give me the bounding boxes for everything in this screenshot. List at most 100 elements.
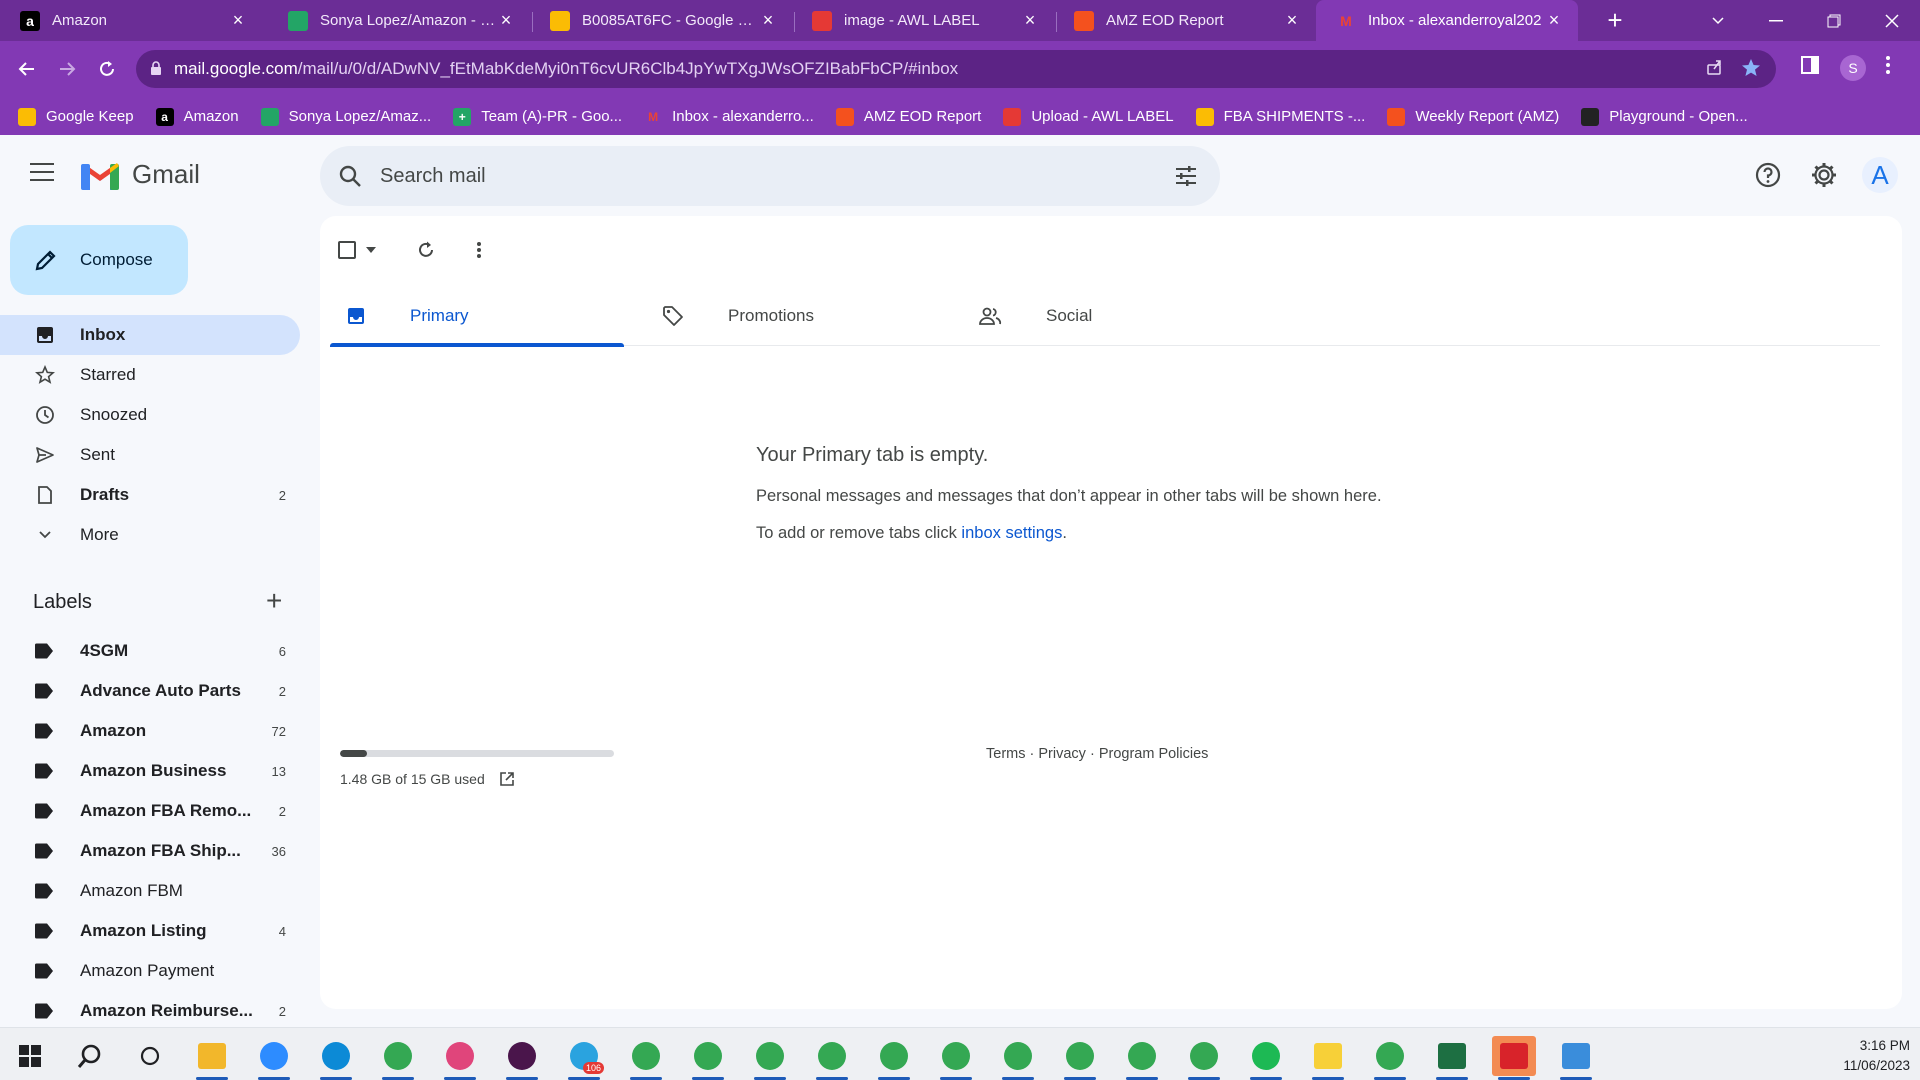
back-button[interactable] xyxy=(9,51,45,87)
chrome-profile-icon[interactable] xyxy=(810,1036,854,1080)
label-item[interactable]: Amazon FBM xyxy=(0,871,300,911)
chrome-profile-icon[interactable] xyxy=(1120,1036,1164,1080)
search-icon[interactable] xyxy=(338,164,362,188)
sidebar-item-more[interactable]: More xyxy=(0,515,300,555)
share-icon[interactable] xyxy=(1706,58,1724,81)
bookmark-item[interactable]: Playground - Open... xyxy=(1581,107,1748,126)
label-item[interactable]: Amazon Business 13 xyxy=(0,751,300,791)
label-item[interactable]: 4SGM 6 xyxy=(0,631,300,671)
support-icon[interactable] xyxy=(1748,155,1788,195)
chrome-profile-icon[interactable] xyxy=(996,1036,1040,1080)
chrome-profile-icon[interactable] xyxy=(1058,1036,1102,1080)
compose-button[interactable]: Compose xyxy=(10,225,188,295)
sidebar-item-drafts[interactable]: Drafts 2 xyxy=(0,475,300,515)
browser-tab[interactable]: a Amazon × xyxy=(0,0,262,41)
label-item[interactable]: Amazon FBA Ship... 36 xyxy=(0,831,300,871)
chrome-profile-icon[interactable] xyxy=(1368,1036,1412,1080)
bookmark-item[interactable]: Sonya Lopez/Amaz... xyxy=(260,107,431,126)
side-panel-icon[interactable] xyxy=(1800,55,1820,80)
select-dropdown-caret-icon[interactable] xyxy=(366,247,376,253)
bookmark-star-icon[interactable] xyxy=(1741,58,1761,83)
excel-icon[interactable] xyxy=(1430,1036,1474,1080)
bookmark-item[interactable]: + Team (A)-PR - Goo... xyxy=(453,107,622,126)
close-tab-icon[interactable]: × xyxy=(758,10,778,31)
sidebar-item-starred[interactable]: Starred xyxy=(0,355,300,395)
more-options-icon[interactable] xyxy=(476,240,482,260)
account-avatar[interactable]: A xyxy=(1862,157,1898,193)
browser-tab[interactable]: Sonya Lopez/Amazon - Go × xyxy=(268,0,530,41)
search-options-icon[interactable] xyxy=(1174,164,1198,188)
browser-tab[interactable]: M Inbox - alexanderroyal202 × xyxy=(1316,0,1578,41)
new-tab-button[interactable]: + xyxy=(1600,6,1630,36)
search-bar[interactable] xyxy=(320,146,1220,206)
chrome-profile-icon[interactable] xyxy=(872,1036,916,1080)
start-icon[interactable] xyxy=(8,1036,52,1076)
main-menu-icon[interactable] xyxy=(30,163,54,183)
system-clock[interactable]: 3:16 PM 11/06/2023 xyxy=(1820,1036,1910,1076)
chrome-profile-icon[interactable] xyxy=(624,1036,668,1080)
chrome-profile-icon[interactable] xyxy=(686,1036,730,1080)
bookmark-item[interactable]: AMZ EOD Report xyxy=(835,107,981,126)
bookmark-item[interactable]: Google Keep xyxy=(18,107,134,126)
tab-promotions[interactable]: Promotions xyxy=(646,286,940,346)
browser-tab[interactable]: image - AWL LABEL × xyxy=(792,0,1054,41)
tab-primary[interactable]: Primary xyxy=(330,286,624,347)
close-tab-icon[interactable]: × xyxy=(228,10,248,31)
sticky-notes-icon[interactable] xyxy=(1306,1036,1350,1080)
close-tab-icon[interactable]: × xyxy=(496,10,516,31)
close-tab-icon[interactable]: × xyxy=(1282,10,1302,31)
sidebar-item-inbox[interactable]: Inbox xyxy=(0,315,300,355)
close-tab-icon[interactable]: × xyxy=(1020,10,1040,31)
tab-search-icon[interactable] xyxy=(1690,0,1746,41)
chrome-profile-icon[interactable] xyxy=(1182,1036,1226,1080)
inbox-settings-link[interactable]: inbox settings xyxy=(961,524,1062,542)
chrome-icon[interactable] xyxy=(376,1036,420,1080)
label-item[interactable]: Amazon Reimburse... 2 xyxy=(0,991,300,1027)
search-input[interactable] xyxy=(380,164,1140,188)
label-item[interactable]: Amazon FBA Remo... 2 xyxy=(0,791,300,831)
sidebar-item-snoozed[interactable]: Snoozed xyxy=(0,395,300,435)
close-window-button[interactable] xyxy=(1864,0,1920,41)
reload-button[interactable] xyxy=(89,51,125,87)
bookmark-item[interactable]: FBA SHIPMENTS -... xyxy=(1195,107,1365,126)
select-all-checkbox[interactable] xyxy=(338,241,356,259)
search-icon[interactable] xyxy=(68,1036,112,1076)
telegram-icon[interactable]: 106 xyxy=(562,1036,606,1080)
edge-icon[interactable] xyxy=(314,1036,358,1080)
minimize-button[interactable] xyxy=(1748,0,1804,41)
spotify-icon[interactable] xyxy=(1244,1036,1288,1080)
close-tab-icon[interactable]: × xyxy=(1544,10,1564,31)
create-label-plus-icon[interactable]: + xyxy=(266,587,282,615)
label-item[interactable]: Amazon Listing 4 xyxy=(0,911,300,951)
photos-icon[interactable] xyxy=(1554,1036,1598,1080)
slack-icon[interactable] xyxy=(500,1036,544,1080)
open-storage-external-icon[interactable] xyxy=(499,771,515,787)
chrome-profile-icon[interactable] xyxy=(934,1036,978,1080)
sidebar-item-sent[interactable]: Sent xyxy=(0,435,300,475)
browser-tab[interactable]: AMZ EOD Report × xyxy=(1054,0,1316,41)
refresh-icon[interactable] xyxy=(416,240,436,260)
program-policies-link[interactable]: Program Policies xyxy=(1099,746,1209,762)
snipping-tool-icon[interactable] xyxy=(438,1036,482,1080)
settings-gear-icon[interactable] xyxy=(1804,155,1844,195)
gmail-logo[interactable]: Gmail xyxy=(80,159,200,190)
browser-tab[interactable]: B0085AT6FC - Google Driv × xyxy=(530,0,792,41)
acrobat-icon[interactable] xyxy=(1492,1036,1536,1080)
label-item[interactable]: Amazon 72 xyxy=(0,711,300,751)
browser-menu-icon[interactable] xyxy=(1885,55,1891,80)
bookmark-item[interactable]: M Inbox - alexanderro... xyxy=(644,108,814,126)
chrome-profile-icon[interactable] xyxy=(748,1036,792,1080)
task-view-icon[interactable] xyxy=(128,1036,172,1076)
forward-button[interactable] xyxy=(49,51,85,87)
tab-social[interactable]: Social xyxy=(962,286,1256,346)
bookmark-item[interactable]: a Amazon xyxy=(155,107,239,126)
bookmark-item[interactable]: Upload - AWL LABEL xyxy=(1003,107,1174,126)
zoom-icon[interactable] xyxy=(252,1036,296,1080)
privacy-link[interactable]: Privacy xyxy=(1038,746,1086,762)
restore-button[interactable] xyxy=(1806,0,1862,41)
address-bar[interactable]: mail.google.com/mail/u/0/d/ADwNV_fEtMabK… xyxy=(136,50,1776,88)
bookmark-item[interactable]: Weekly Report (AMZ) xyxy=(1387,107,1559,126)
label-item[interactable]: Amazon Payment xyxy=(0,951,300,991)
terms-link[interactable]: Terms xyxy=(986,746,1025,762)
label-item[interactable]: Advance Auto Parts 2 xyxy=(0,671,300,711)
